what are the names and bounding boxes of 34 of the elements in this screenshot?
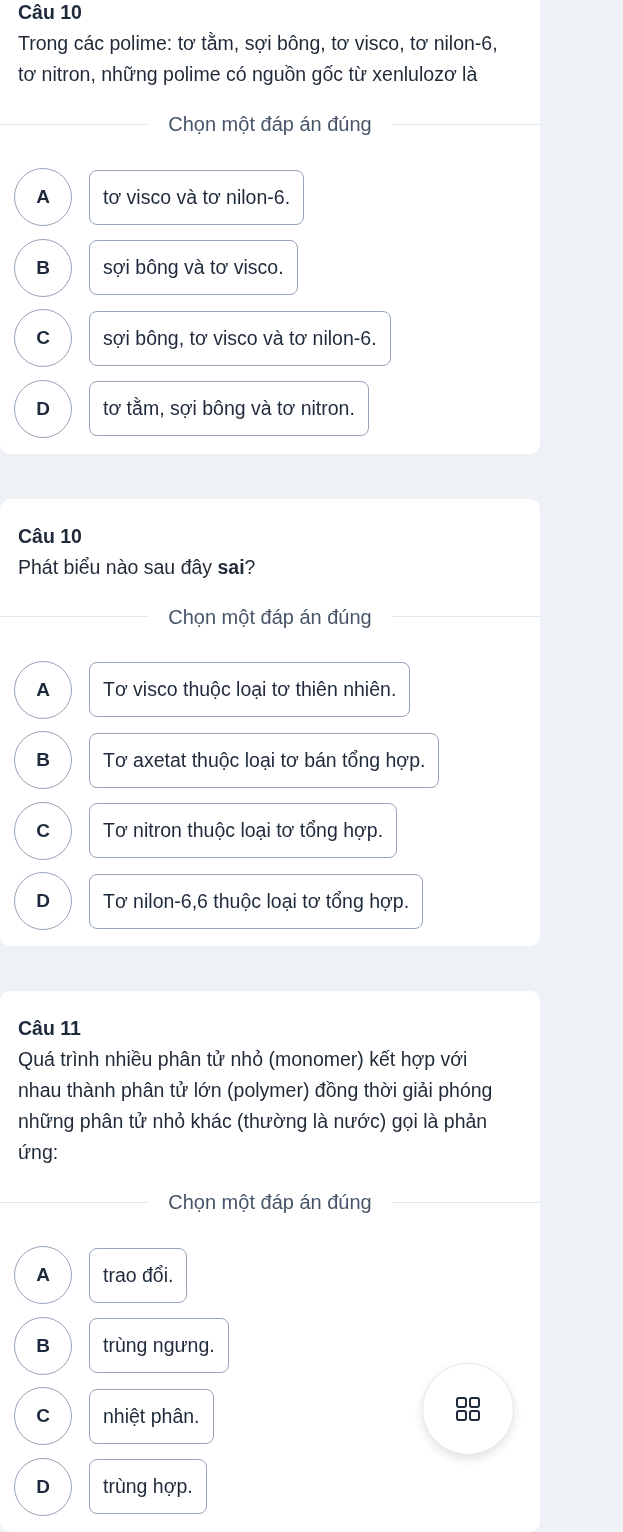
option-letter[interactable]: D	[14, 1457, 72, 1516]
option-letter[interactable]: A	[14, 660, 72, 719]
option-button[interactable]: nhiệt phân.	[89, 1388, 214, 1444]
answer-prompt: Chọn một đáp án đúng	[168, 112, 372, 136]
option-button[interactable]: sợi bông, tơ visco và tơ nilon-6.	[89, 310, 391, 366]
option-letter[interactable]: A	[14, 1246, 72, 1304]
option-button[interactable]: Tơ nilon-6,6 thuộc loại tơ tổng hợp.	[89, 873, 424, 929]
option-button[interactable]: Tơ nitron thuộc loại tơ tổng hợp.	[89, 803, 398, 858]
option-button[interactable]: trùng ngưng.	[89, 1318, 229, 1373]
question-title: Câu 10	[18, 523, 82, 548]
option-button[interactable]: sợi bông và tơ visco.	[89, 240, 298, 295]
option-letter[interactable]: C	[14, 801, 72, 860]
question-title: Câu 11	[18, 1016, 81, 1040]
question-title: Câu 10	[18, 0, 82, 24]
answer-prompt: Chọn một đáp án đúng	[168, 604, 372, 629]
option-letter[interactable]: C	[14, 309, 72, 367]
option-letter[interactable]: C	[14, 1387, 72, 1445]
question-text: Phát biểu nào sau đây sai?	[18, 554, 257, 580]
option-button[interactable]: trùng hợp.	[89, 1459, 207, 1514]
question-text: Trong các polime: tơ tằm, sợi bông, tơ visco, tơ nilon-6, tơ nitron, những polime có nguồn gốc từ xenlulozơ là	[18, 31, 499, 87]
grid-icon	[456, 1397, 480, 1421]
option-button[interactable]: tơ tằm, sợi bông và tơ nitron.	[89, 381, 369, 436]
option-letter[interactable]: B	[14, 731, 72, 789]
option-button[interactable]: Tơ visco thuộc loại tơ thiên nhiên.	[89, 662, 411, 717]
option-letter[interactable]: B	[14, 238, 72, 297]
question-text: Quá trình nhiều phân tử nhỏ (monomer) kết hợp với nhau thành phân tử lớn (polymer) đồng thời giải phóng những phân tử nhỏ khác (thường là nước) gọi là phản ứng:	[18, 1047, 494, 1165]
option-letter[interactable]: A	[14, 168, 72, 226]
option-letter[interactable]: D	[14, 379, 72, 438]
option-button[interactable]: Tơ axetat thuộc loại tơ bán tổng hợp.	[89, 732, 440, 788]
option-letter[interactable]: D	[14, 872, 72, 930]
answer-prompt: Chọn một đáp án đúng	[168, 1190, 372, 1214]
option-letter[interactable]: B	[14, 1316, 72, 1375]
option-button[interactable]: trao đổi.	[89, 1247, 188, 1303]
option-button[interactable]: tơ visco và tơ nilon-6.	[89, 169, 305, 225]
